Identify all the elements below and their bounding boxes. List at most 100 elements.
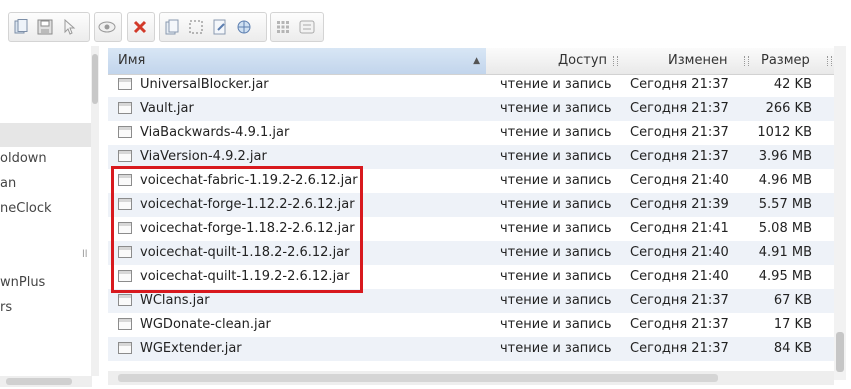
- file-name: Vault.jar: [140, 101, 194, 116]
- file-name: WGExtender.jar: [140, 341, 242, 356]
- file-access: чтение и запись: [500, 173, 612, 188]
- file-modified: Сегодня 21:41: [630, 221, 729, 236]
- file-size: 3.96 MB: [758, 149, 812, 164]
- file-size: 5.08 MB: [758, 221, 812, 236]
- file-access: чтение и запись: [500, 269, 612, 284]
- file-modified: Сегодня 21:37: [630, 293, 729, 308]
- file-size: 4.95 MB: [758, 269, 812, 284]
- column-resize-grip[interactable]: [613, 56, 618, 66]
- column-modified-label: Изменен: [668, 53, 728, 68]
- file-icon: [118, 78, 132, 90]
- file-modified: Сегодня 21:40: [630, 269, 729, 284]
- file-icon: [118, 342, 132, 354]
- file-modified: Сегодня 21:37: [630, 101, 729, 116]
- file-size: 84 KB: [773, 341, 812, 356]
- file-access: чтение и запись: [500, 245, 612, 260]
- column-access-label: Доступ: [558, 53, 608, 68]
- file-size: 4.96 MB: [758, 173, 812, 188]
- toolbar: [0, 0, 851, 44]
- file-row[interactable]: WGDonate-clean.jar чтение и запись Сегод…: [108, 313, 834, 337]
- file-modified: Сегодня 21:37: [630, 341, 729, 356]
- folder-tree-scrollbar[interactable]: [91, 46, 99, 376]
- file-access: чтение и запись: [500, 101, 612, 116]
- file-size: 1012 KB: [757, 125, 812, 140]
- folder-tree-item[interactable]: wnPlus: [0, 271, 45, 295]
- column-header-modified[interactable]: Изменен: [668, 48, 727, 74]
- file-access: чтение и запись: [500, 77, 612, 92]
- file-list-header: Имя ▲ Доступ Изменен Размер: [108, 48, 834, 75]
- cursor-icon[interactable]: [57, 14, 81, 40]
- column-name-label: Имя: [118, 53, 146, 68]
- duplicate-icon[interactable]: [160, 14, 184, 40]
- file-row[interactable]: Vault.jar чтение и запись Сегодня 21:37 …: [108, 97, 834, 121]
- file-list-hscrollbar[interactable]: [108, 371, 834, 385]
- file-name: UniversalBlocker.jar: [140, 77, 269, 92]
- file-access: чтение и запись: [500, 125, 612, 140]
- toolbar-group-view: [94, 12, 122, 42]
- file-access: чтение и запись: [500, 293, 612, 308]
- column-header-size[interactable]: Размер: [761, 48, 810, 74]
- file-modified: Сегодня 21:40: [630, 173, 729, 188]
- file-size: 5.57 MB: [758, 197, 812, 212]
- file-size: 266 KB: [765, 101, 812, 116]
- pane-resize-handle[interactable]: ll: [82, 249, 88, 260]
- file-access: чтение и запись: [500, 341, 612, 356]
- file-access: чтение и запись: [500, 317, 612, 332]
- file-icon: [118, 150, 132, 162]
- file-row[interactable]: UniversalBlocker.jar чтение и запись Сег…: [108, 73, 834, 97]
- edit-icon[interactable]: [208, 14, 232, 40]
- file-list-scrollbar[interactable]: [834, 46, 846, 380]
- file-icon: [118, 294, 132, 306]
- file-access: чтение и запись: [500, 221, 612, 236]
- preview-icon[interactable]: [95, 14, 119, 40]
- toolbar-group-edit: [159, 12, 267, 42]
- grid-view-icon[interactable]: [271, 14, 295, 40]
- file-modified: Сегодня 21:37: [630, 149, 729, 164]
- delete-icon[interactable]: [128, 14, 152, 40]
- file-icon: [118, 126, 132, 138]
- column-header-access[interactable]: Доступ: [558, 48, 607, 74]
- scrollbar-thumb[interactable]: [92, 54, 98, 104]
- file-name: ViaBackwards-4.9.1.jar: [140, 125, 290, 140]
- file-modified: Сегодня 21:37: [630, 125, 729, 140]
- file-size: 42 KB: [773, 77, 812, 92]
- file-size: 4.91 MB: [758, 245, 812, 260]
- column-size-label: Размер: [761, 53, 810, 68]
- toolbar-group-layout: [270, 12, 324, 42]
- column-header-name[interactable]: Имя ▲: [108, 48, 486, 74]
- toolbar-group-delete: [127, 12, 155, 42]
- save-icon[interactable]: [33, 14, 57, 40]
- scrollbar-thumb[interactable]: [836, 332, 844, 372]
- folder-tree-item[interactable]: an: [0, 172, 16, 196]
- file-icon: [118, 102, 132, 114]
- annotation-highlight-box: [111, 166, 363, 293]
- folder-tree-selected-item[interactable]: [0, 123, 92, 147]
- file-access: чтение и запись: [500, 149, 612, 164]
- file-icon: [118, 318, 132, 330]
- file-modified: Сегодня 21:37: [630, 77, 729, 92]
- file-modified: Сегодня 21:37: [630, 317, 729, 332]
- scrollbar-thumb[interactable]: [6, 378, 72, 385]
- file-name: WGDonate-clean.jar: [140, 317, 271, 332]
- network-icon[interactable]: [232, 14, 256, 40]
- folder-tree-item[interactable]: rs: [0, 296, 12, 320]
- list-view-icon[interactable]: [295, 14, 319, 40]
- sort-ascending-icon: ▲: [473, 56, 480, 66]
- column-resize-grip[interactable]: [827, 56, 832, 66]
- file-size: 67 KB: [773, 293, 812, 308]
- folder-tree-item[interactable]: neClock: [0, 197, 52, 221]
- folder-tree: oldown an neClock wnPlus rs ll: [0, 44, 92, 389]
- file-row[interactable]: ViaBackwards-4.9.1.jar чтение и запись С…: [108, 121, 834, 145]
- scrollbar-thumb[interactable]: [118, 374, 718, 382]
- folder-tree-item[interactable]: oldown: [0, 147, 47, 171]
- file-size: 17 KB: [773, 317, 812, 332]
- file-modified: Сегодня 21:39: [630, 197, 729, 212]
- file-access: чтение и запись: [500, 197, 612, 212]
- file-row[interactable]: WGExtender.jar чтение и запись Сегодня 2…: [108, 337, 834, 361]
- file-modified: Сегодня 21:40: [630, 245, 729, 260]
- copy-icon[interactable]: [9, 14, 33, 40]
- select-icon[interactable]: [184, 14, 208, 40]
- toolbar-group-file: [8, 12, 90, 42]
- folder-tree-hscrollbar[interactable]: [0, 376, 92, 387]
- column-resize-grip[interactable]: [744, 56, 749, 66]
